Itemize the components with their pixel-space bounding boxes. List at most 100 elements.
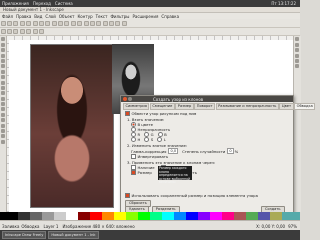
tab-shift[interactable]: Смещение: [149, 102, 175, 110]
paste-icon[interactable]: [58, 20, 64, 26]
clock[interactable]: Пт 13:17:22: [271, 1, 296, 6]
trace-checkbox[interactable]: [125, 111, 130, 116]
randomize-spinner[interactable]: 0: [227, 148, 234, 154]
flip-v-icon[interactable]: [26, 29, 32, 34]
gradient-tool-icon[interactable]: [1, 129, 5, 134]
trace-option[interactable]: Обвести узор рисунком под ним: [125, 111, 196, 116]
minimize-icon[interactable]: [128, 97, 132, 101]
menu-view[interactable]: Вид: [34, 14, 42, 19]
gamma-label: Гамма-коррекция: [131, 148, 167, 154]
taskbar-item-browser[interactable]: Inkscape Draw Freely: [2, 231, 47, 239]
pick-l-radio[interactable]: [157, 137, 163, 142]
applications-menu[interactable]: Приложения: [2, 1, 29, 6]
snap-guide-icon[interactable]: [295, 53, 299, 58]
snap-bbox-icon[interactable]: [295, 42, 299, 47]
snap-nodes-icon[interactable]: [295, 48, 299, 53]
clone-icon[interactable]: [83, 20, 89, 26]
randomize-label: Степень случайности: [182, 148, 226, 154]
rectangle-tool-icon[interactable]: [1, 64, 5, 69]
menu-file[interactable]: Файл: [2, 14, 13, 19]
dropper-tool-icon[interactable]: [1, 134, 5, 139]
box-tool-icon[interactable]: [1, 69, 5, 74]
menu-filters[interactable]: Фильтры: [110, 14, 129, 19]
tab-rotation[interactable]: Поворот: [194, 102, 216, 110]
ellipse-tool-icon[interactable]: [1, 75, 5, 80]
duplicate-icon[interactable]: [77, 20, 83, 26]
tab-color[interactable]: Цвет: [279, 102, 294, 110]
snap-page-icon[interactable]: [295, 64, 299, 69]
group-icon[interactable]: [89, 20, 95, 26]
zoom-field[interactable]: 97%: [288, 224, 297, 229]
toolbox: [0, 36, 7, 212]
save-icon[interactable]: [13, 20, 19, 26]
close-icon[interactable]: [123, 97, 127, 101]
zoom-tool-icon[interactable]: [1, 53, 5, 58]
lower-icon[interactable]: [38, 29, 44, 34]
system-menu[interactable]: Система: [55, 1, 73, 6]
tab-trace[interactable]: Обводка: [294, 102, 316, 110]
menu-text[interactable]: Текст: [96, 14, 108, 19]
snap-grid-icon[interactable]: [295, 58, 299, 63]
pick-s-radio[interactable]: [144, 137, 150, 142]
undo-icon[interactable]: [38, 20, 44, 26]
xml-editor-icon[interactable]: [115, 20, 121, 26]
places-menu[interactable]: Переход: [33, 1, 51, 6]
ungroup-icon[interactable]: [96, 20, 102, 26]
star-tool-icon[interactable]: [1, 80, 5, 85]
menu-help[interactable]: Справка: [161, 14, 179, 19]
copy-icon[interactable]: [51, 20, 57, 26]
tool-controls-bar: [0, 28, 300, 36]
print-icon[interactable]: [19, 20, 25, 26]
tab-scale[interactable]: Размер: [175, 102, 194, 110]
menu-extensions[interactable]: Расширения: [132, 14, 158, 19]
flip-h-icon[interactable]: [19, 29, 25, 34]
window-title: Новый документ 1 - Inkscape: [3, 7, 64, 12]
open-icon[interactable]: [7, 20, 13, 26]
layer-selector[interactable]: Layer 1: [43, 224, 58, 229]
pencil-tool-icon[interactable]: [1, 91, 5, 96]
node-tool-icon[interactable]: [1, 42, 5, 47]
snap-controls-bar: [293, 36, 301, 212]
calligraphy-tool-icon[interactable]: [1, 102, 5, 107]
text-tool-icon[interactable]: [1, 107, 5, 112]
embedded-photo-color[interactable]: [30, 44, 114, 208]
snap-toggle-icon[interactable]: [295, 37, 299, 42]
menu-layer[interactable]: Слой: [45, 14, 55, 19]
menu-edit[interactable]: Правка: [16, 14, 31, 19]
trace-checkbox-label: Обвести узор рисунком под ним: [131, 111, 197, 116]
tab-symmetry[interactable]: Симметрия: [123, 102, 150, 110]
menu-path[interactable]: Контур: [77, 14, 92, 19]
redo-icon[interactable]: [45, 20, 51, 26]
rotate-cw-icon[interactable]: [13, 29, 19, 34]
align-icon[interactable]: [121, 20, 127, 26]
connector-tool-icon[interactable]: [1, 139, 5, 144]
zoom-in-icon[interactable]: [64, 20, 70, 26]
color-palette[interactable]: [0, 212, 300, 220]
invert-checkbox[interactable]: [131, 154, 136, 159]
apply-size-checkbox[interactable]: [131, 170, 136, 175]
tweak-tool-icon[interactable]: [1, 48, 5, 53]
menu-object[interactable]: Объект: [59, 14, 75, 19]
raise-icon[interactable]: [32, 29, 38, 34]
eraser-tool-icon[interactable]: [1, 118, 5, 123]
rotate-ccw-icon[interactable]: [7, 29, 13, 34]
taskbar-item-inkscape[interactable]: Новый документ 1 - Ink: [48, 231, 99, 239]
pen-tool-icon[interactable]: [1, 96, 5, 101]
pick-h-radio[interactable]: [131, 137, 136, 142]
measure-tool-icon[interactable]: [1, 58, 5, 63]
import-icon[interactable]: [26, 20, 32, 26]
tab-blur-opacity[interactable]: Размывание и непрозрачность: [215, 102, 279, 110]
gamma-spinner[interactable]: 0,0: [168, 148, 179, 154]
text-font-icon[interactable]: [109, 20, 115, 26]
dialog-title-bar: Создать узор из клонов: [121, 96, 293, 102]
select-all-icon[interactable]: [0, 29, 6, 34]
fill-stroke-icon[interactable]: [102, 20, 108, 26]
zoom-out-icon[interactable]: [70, 20, 76, 26]
bucket-tool-icon[interactable]: [1, 123, 5, 128]
spiral-tool-icon[interactable]: [1, 85, 5, 90]
spray-tool-icon[interactable]: [1, 112, 5, 117]
export-icon[interactable]: [32, 20, 38, 26]
new-document-icon[interactable]: [0, 20, 6, 26]
use-saved-checkbox[interactable]: [125, 193, 130, 198]
selector-tool-icon[interactable]: [1, 37, 5, 42]
